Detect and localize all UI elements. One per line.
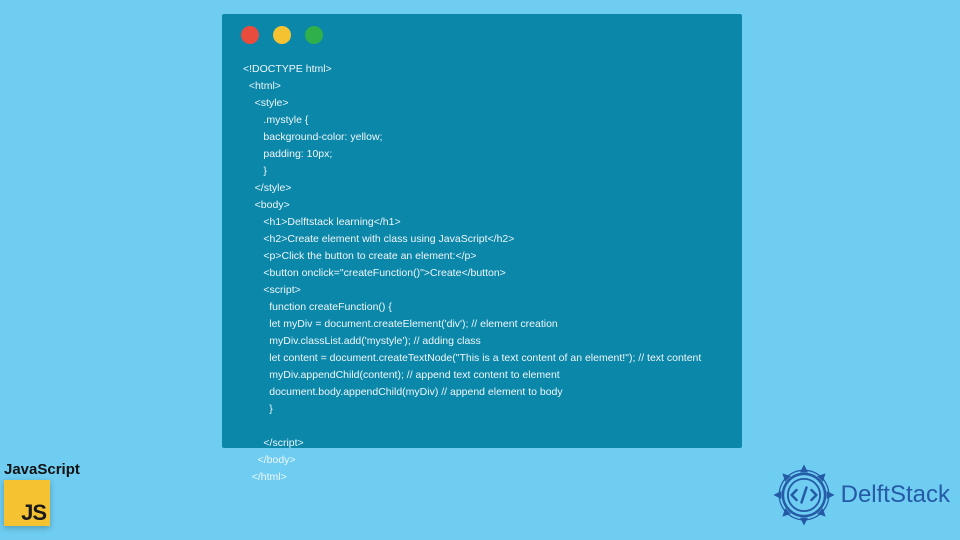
close-icon <box>241 26 259 44</box>
window-titlebar <box>223 15 741 55</box>
minimize-icon <box>273 26 291 44</box>
brand-name: DelftStack <box>841 481 950 509</box>
javascript-label: JavaScript <box>4 461 80 478</box>
delftstack-logo-icon <box>773 464 835 526</box>
javascript-badge: JavaScript JS <box>4 461 80 526</box>
code-block: <!DOCTYPE html> <html> <style> .mystyle … <box>223 55 741 486</box>
code-window: <!DOCTYPE html> <html> <style> .mystyle … <box>222 14 742 448</box>
brand: DelftStack <box>773 464 950 526</box>
maximize-icon <box>305 26 323 44</box>
javascript-logo-text: JS <box>21 500 46 526</box>
javascript-logo-icon: JS <box>4 480 50 526</box>
